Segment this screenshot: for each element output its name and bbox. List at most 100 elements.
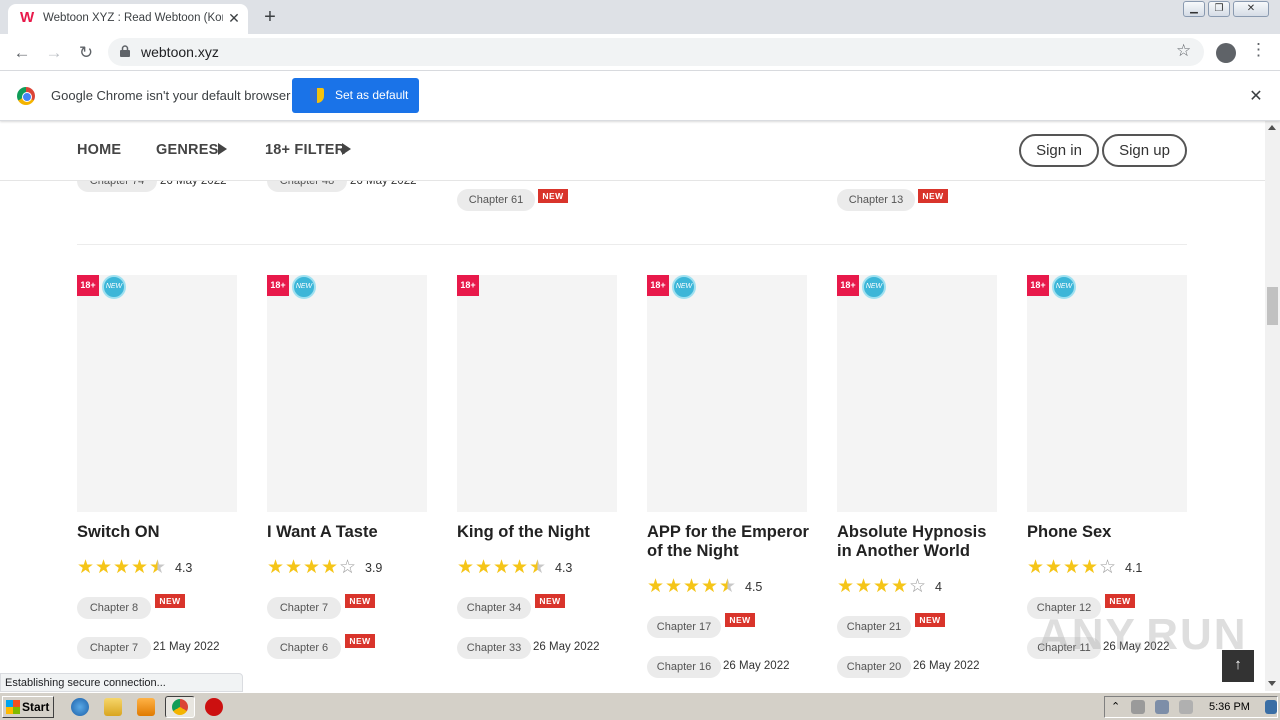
manga-card[interactable]: 18+ NEW Absolute Hypnosis in Another Wor… [837,275,997,691]
tab-close-icon[interactable]: ✕ [226,10,242,26]
chapter-pill-latest[interactable]: Chapter 34 [457,597,531,619]
manga-title[interactable]: Phone Sex [1027,523,1192,542]
chapter-pill-previous[interactable]: Chapter 7 [77,637,151,659]
scroll-thumb[interactable] [1267,287,1278,325]
adult-badge: 18+ [267,275,289,296]
star-icon: ★ [701,576,719,597]
new-badge: NEW [345,594,375,608]
browser-tab[interactable]: W Webtoon XYZ : Read Webtoon (Kore ✕ [8,4,248,34]
cover-image[interactable]: 18+ NEW [1027,275,1187,512]
site-header: HOME GENRES 18+ FILTER Sign in Sign up [0,121,1265,181]
chapter-pill-latest[interactable]: Chapter 21 [837,616,911,638]
manga-title[interactable]: Absolute Hypnosis in Another World [837,523,1002,561]
profile-icon[interactable] [1216,43,1236,63]
chapter-date: 26 May 2022 [723,660,790,672]
forward-icon[interactable]: → [42,41,66,65]
chapter-pill-previous[interactable]: Chapter 16 [647,656,721,678]
rating-stars: ★ ★ ★ ★ ☆ [1027,558,1127,578]
system-tray: ⌃ 5:36 PM [1104,696,1278,718]
infobar-close-icon[interactable]: ✕ [1248,86,1264,106]
menu-icon[interactable]: ⋮ [1250,40,1267,60]
cover-image[interactable]: 18+ NEW [77,275,237,512]
star-icon: ☆ [339,557,357,578]
rating-stars: ★ ★ ★ ★ ★ [457,558,557,578]
rating-value: 4.5 [745,580,763,594]
cover-image[interactable]: 18+ NEW [837,275,997,512]
nav-filter[interactable]: 18+ FILTER [265,142,345,158]
media-player-icon[interactable] [137,698,155,716]
manga-card[interactable]: 18+ NEW I Want A Taste ★ ★ ★ ★ ☆ 3.9 Chapter… [267,275,427,691]
filter-arrow-icon [342,143,351,155]
chapter-pill-previous[interactable]: Chapter 6 [267,637,341,659]
network-icon[interactable] [1155,700,1169,714]
chapter-pill-latest[interactable]: Chapter 7 [267,597,341,619]
chapter-pill-latest[interactable]: Chapter 8 [77,597,151,619]
adult-badge: 18+ [647,275,669,296]
tray-expand-icon[interactable]: ⌃ [1111,700,1121,714]
cover-image[interactable]: 18+ NEW [267,275,427,512]
star-icon: ★ [131,557,149,578]
cover-image[interactable]: 18+ [457,275,617,512]
arrow-up-icon: ↑ [1234,656,1242,673]
chapter-pill[interactable]: Chapter 61 [457,189,535,211]
manga-card[interactable]: 18+ NEW APP for the Emperor of the Night… [647,275,809,691]
scroll-down-icon[interactable] [1268,681,1276,686]
rating-value: 4.1 [1125,561,1143,575]
star-icon: ★ [1081,557,1099,578]
show-desktop-icon[interactable] [1265,700,1277,714]
manga-title[interactable]: I Want A Taste [267,523,432,542]
new-badge: NEW [538,189,568,203]
start-label: Start [22,700,50,714]
cover-image[interactable]: 18+ NEW [647,275,807,512]
manga-title[interactable]: APP for the Emperor of the Night [647,523,812,561]
chapter-pill-previous[interactable]: Chapter 33 [457,637,531,659]
address-bar[interactable]: webtoon.xyz ☆ [108,38,1204,66]
new-badge: NEW [155,594,185,608]
maximize-button[interactable]: ❐ [1208,1,1230,17]
back-icon[interactable]: ← [10,41,34,65]
status-bubble: Establishing secure connection... [0,673,243,692]
nav-genres[interactable]: GENRES [156,142,218,158]
chapter-pill-latest[interactable]: Chapter 17 [647,616,721,638]
new-badge: NEW [725,613,755,627]
reload-icon[interactable]: ↻ [74,41,98,65]
star-icon: ★ [891,576,909,597]
flag-icon[interactable] [1179,700,1193,714]
minimize-button[interactable]: ▁ [1183,1,1205,17]
rating-value: 4.3 [175,561,193,575]
sign-up-button[interactable]: Sign up [1102,134,1187,167]
sign-in-button[interactable]: Sign in [1019,134,1099,167]
window-close-button[interactable]: ✕ [1233,1,1269,17]
nav-home[interactable]: HOME [77,142,121,158]
new-circle-badge: NEW [102,275,126,299]
rating-value: 3.9 [365,561,383,575]
folder-icon[interactable] [104,698,122,716]
set-default-button[interactable]: Set as default [292,78,419,113]
star-icon: ★ [647,576,665,597]
chapter-pill-previous[interactable]: Chapter 20 [837,656,911,678]
chapter-date: 26 May 2022 [913,660,980,672]
new-badge: NEW [918,189,948,203]
page-scrollbar[interactable] [1265,121,1280,691]
star-icon: ★ [113,557,131,578]
ie-icon[interactable] [71,698,89,716]
star-icon[interactable]: ☆ [1176,41,1191,61]
opera-icon[interactable] [205,698,223,716]
star-icon: ★ [493,557,511,578]
start-button[interactable]: Start [2,696,54,718]
manga-card[interactable]: 18+ NEW Switch ON ★ ★ ★ ★ ★ 4.3 Chapter 8 NE… [77,275,237,691]
manga-card[interactable]: 18+ King of the Night ★ ★ ★ ★ ★ 4.3 Chapter … [457,275,617,691]
adult-badge: 18+ [457,275,479,296]
volume-icon[interactable] [1131,700,1145,714]
star-icon: ★ [837,576,855,597]
back-to-top-button[interactable]: ↑ [1222,650,1254,682]
star-icon: ★ [529,557,547,578]
adult-badge: 18+ [837,275,859,296]
scroll-up-icon[interactable] [1268,125,1276,130]
chrome-taskbar-button[interactable] [165,696,195,718]
chapter-pill[interactable]: Chapter 13 [837,189,915,211]
manga-title[interactable]: King of the Night [457,523,622,542]
manga-title[interactable]: Switch ON [77,523,242,542]
new-tab-icon[interactable]: + [258,6,282,28]
star-icon: ★ [267,557,285,578]
